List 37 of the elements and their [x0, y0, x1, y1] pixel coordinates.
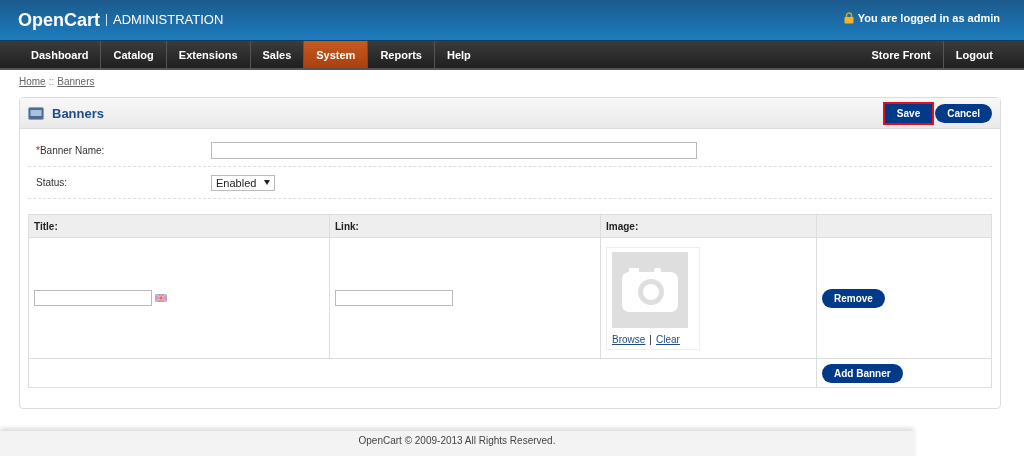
logo-text: OpenCart: [18, 9, 100, 31]
panel-title: Banners: [52, 105, 105, 121]
action-button[interactable]: Save: [884, 103, 933, 123]
column-header: Title:: [28, 214, 330, 238]
login-status: You are logged in as admin: [857, 12, 1000, 24]
link-separator: |: [649, 333, 652, 345]
banner-name-field[interactable]: [211, 142, 697, 159]
breadcrumb-link[interactable]: Home: [19, 76, 46, 87]
flag-icon: [155, 294, 167, 302]
menu-item[interactable]: Dashboard: [19, 41, 102, 68]
menu-item[interactable]: Reports: [368, 41, 435, 68]
column-header: Link:: [329, 214, 601, 238]
status-dropdown[interactable]: Enabled: [211, 174, 276, 191]
breadcrumb-link[interactable]: Banners: [57, 76, 95, 87]
menu-item[interactable]: System: [304, 41, 369, 68]
add-banner-button[interactable]: Add Banner: [822, 363, 903, 383]
banner-icon: [28, 106, 44, 120]
camera-icon: [621, 265, 679, 314]
title-field[interactable]: [34, 290, 152, 306]
breadcrumb-separator: ::: [48, 76, 55, 87]
remove-button[interactable]: Remove: [822, 288, 885, 308]
field-label: Status:: [36, 177, 69, 188]
menu-item[interactable]: Logout: [943, 41, 1005, 68]
lock-icon: [843, 12, 854, 24]
action-button[interactable]: Cancel: [935, 103, 992, 123]
column-header: Image:: [600, 214, 817, 238]
menu-item[interactable]: Extensions: [166, 41, 251, 68]
subtitle-text: ADMINISTRATION: [106, 14, 224, 26]
browse-link[interactable]: Browse: [612, 333, 646, 345]
field-label: *Banner Name:: [36, 145, 106, 156]
clear-link[interactable]: Clear: [655, 333, 680, 345]
caret-icon: [264, 180, 271, 185]
copyright-text: OpenCart © 2009-2013 All Rights Reserved.: [358, 435, 556, 448]
menu-item[interactable]: Catalog: [101, 41, 167, 68]
menu-item[interactable]: Help: [434, 41, 483, 68]
menu-item[interactable]: Store Front: [859, 41, 944, 68]
link-field[interactable]: [335, 290, 453, 306]
